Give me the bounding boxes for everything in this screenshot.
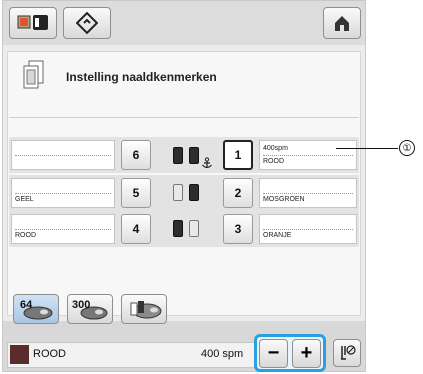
embroidery-machine-icon: [17, 15, 48, 30]
spool-icon: [173, 220, 183, 237]
spool-icon: [189, 147, 199, 164]
embroidery-mode-button[interactable]: [9, 7, 57, 39]
spool-icon: [189, 184, 199, 201]
spool-icon: [173, 184, 183, 201]
current-speed: 400 spm: [201, 348, 244, 360]
palette-300-label: 300: [72, 299, 90, 311]
thread-spool-document-icon: [23, 60, 44, 89]
needle-4-button[interactable]: 4: [121, 214, 151, 244]
thread-database-button[interactable]: [121, 294, 167, 324]
decrease-speed-button[interactable]: −: [259, 339, 288, 368]
divider: [9, 117, 359, 118]
color-swatch: [10, 345, 29, 364]
callout-marker: ①: [399, 140, 415, 156]
speed-limit-toggle-button[interactable]: [333, 339, 361, 367]
thread-palette-icon: 64: [20, 299, 53, 320]
palette-64-button[interactable]: 64: [13, 294, 59, 324]
thread-palette-icon: 300: [72, 299, 108, 320]
palette-300-button[interactable]: 300: [67, 294, 113, 324]
needle-1-button[interactable]: 1: [223, 140, 253, 170]
needle-2-button[interactable]: 2: [223, 178, 253, 208]
spool-icon: [173, 147, 183, 164]
palette-64-label: 64: [20, 299, 33, 311]
needle-6-color-field[interactable]: [11, 140, 115, 170]
needle-5-color-field[interactable]: GEEL: [11, 178, 115, 208]
machine-screen: Instelling naaldkenmerken GEEL ROOD 6 5 …: [2, 0, 366, 372]
needle-1-color-field[interactable]: 400spm ROOD: [259, 140, 357, 170]
needle-speed-icon: [341, 345, 356, 360]
needle-4-color-field[interactable]: ROOD: [11, 214, 115, 244]
edit-tool-button[interactable]: [63, 7, 111, 39]
needle-6-button[interactable]: 6: [121, 140, 151, 170]
home-icon: [335, 16, 349, 31]
current-color-name: ROOD: [33, 348, 66, 360]
needle-5-button[interactable]: 5: [121, 178, 151, 208]
needle-3-color-field[interactable]: ORANJE: [259, 214, 357, 244]
top-bar: [3, 1, 365, 45]
spool-icon: [189, 220, 199, 237]
needle-2-color-field[interactable]: MOSGROEN: [259, 178, 357, 208]
diamond-tool-icon: [76, 12, 98, 34]
anchor-icon: [202, 157, 212, 169]
home-button[interactable]: [323, 7, 361, 39]
needle-3-button[interactable]: 3: [223, 214, 253, 244]
spool-palette-icon: [130, 301, 162, 319]
increase-speed-button[interactable]: +: [292, 339, 321, 368]
page-title: Instelling naaldkenmerken: [66, 70, 217, 84]
callout-line: [336, 148, 398, 149]
